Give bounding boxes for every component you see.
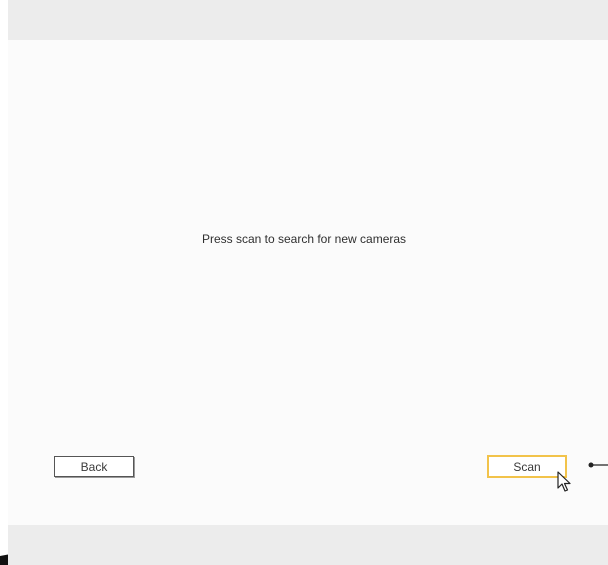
content-panel [8,40,608,525]
mouse-pointer-icon [557,471,571,492]
camera-scan-screen: Press scan to search for new cameras Bac… [0,0,608,565]
callout-line-icon [588,462,608,468]
bottom-band [8,525,608,565]
back-button[interactable]: Back [54,456,134,477]
top-band [8,0,608,40]
scan-instruction-text: Press scan to search for new cameras [201,232,407,246]
scan-button[interactable]: Scan [487,455,567,478]
